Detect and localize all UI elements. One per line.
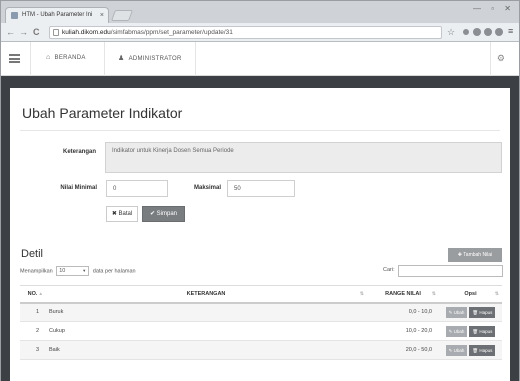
extension-icon[interactable]: [473, 28, 481, 36]
ubah-button[interactable]: ✎ Ubah: [445, 325, 468, 337]
forward-icon[interactable]: →: [19, 26, 28, 38]
nav-item-beranda[interactable]: ⌂ BERANDA: [46, 54, 86, 61]
extension-icon[interactable]: [463, 29, 469, 35]
cell-no: 3: [20, 340, 45, 360]
extension-icon[interactable]: [484, 28, 492, 36]
page-length-select[interactable]: 10: [56, 266, 90, 276]
page-info-icon[interactable]: [53, 29, 59, 36]
url-path: /simfabmas/ppm/set_parameter/update/31: [110, 29, 233, 36]
keterangan-textarea[interactable]: Indikator untuk Kinerja Dosen Semua Peri…: [105, 142, 502, 173]
column-header-no[interactable]: NO. ▴: [20, 285, 45, 304]
user-icon: ♟: [118, 55, 125, 62]
divider: [20, 130, 500, 131]
browser-menu-icon[interactable]: ≡: [508, 26, 513, 36]
browser-tab[interactable]: HTM - Ubah Parameter Ini ×: [5, 7, 109, 23]
length-suffix: data per halaman: [92, 268, 136, 275]
hapus-button[interactable]: 🗑 Hapus: [469, 325, 496, 337]
back-icon[interactable]: ←: [6, 26, 15, 38]
table-header-row: NO. ▴ KETERANGAN ⇅ RANGE NILAI ⇅ Opsi ⇅: [20, 285, 502, 304]
extension-icon[interactable]: [495, 28, 503, 36]
ubah-button[interactable]: ✎ Ubah: [445, 344, 468, 356]
batal-button[interactable]: ✖ Batal: [106, 206, 138, 222]
cell-opsi: ✎ Ubah 🗑 Hapus: [439, 340, 502, 360]
cell-opsi: ✎ Ubah 🗑 Hapus: [439, 302, 502, 322]
length-control: Menampilkan 10 data per halaman: [20, 266, 136, 276]
table-row: 2 Cukup 10,0 - 20,0 ✎ Ubah 🗑 Hapus: [20, 321, 502, 341]
detil-table: NO. ▴ KETERANGAN ⇅ RANGE NILAI ⇅ Opsi ⇅ 1 Bu…: [20, 285, 502, 360]
new-tab-button[interactable]: [110, 10, 134, 21]
sort-icon: ⇅: [431, 291, 436, 297]
column-header-range[interactable]: RANGE NILAI ⇅: [367, 285, 439, 304]
tab-close-icon[interactable]: ×: [100, 8, 104, 23]
url-host: kuliah.dikom.edu: [62, 29, 111, 36]
search-input[interactable]: [398, 265, 503, 277]
simpan-button[interactable]: ✔ Simpan: [142, 206, 185, 222]
content-card: Ubah Parameter Indikator Keterangan Indi…: [10, 88, 510, 381]
page-title: Ubah Parameter Indikator: [22, 105, 183, 121]
cell-opsi: ✎ Ubah 🗑 Hapus: [439, 321, 502, 341]
browser-toolbar: ← → C kuliah.dikom.edu/simfabmas/ppm/set…: [1, 23, 519, 42]
nav-item-label: BERANDA: [54, 55, 86, 61]
length-prefix: Menampilkan: [20, 268, 53, 275]
nilai-minimal-input[interactable]: 0: [106, 180, 168, 197]
sort-icon: ⇅: [359, 291, 364, 297]
nav-item-administrator[interactable]: ♟ ADMINISTRATOR: [118, 54, 182, 62]
search-label: Cari:: [383, 267, 395, 273]
home-icon: ⌂: [46, 54, 51, 61]
navbar-divider: [104, 42, 105, 76]
maksimal-label: Maksimal: [193, 185, 221, 191]
nav-item-label: ADMINISTRATOR: [128, 56, 182, 62]
hamburger-menu-icon[interactable]: [9, 54, 20, 63]
sort-icon: ▴: [39, 291, 42, 297]
window-controls[interactable]: — ▫ ✕: [473, 4, 515, 13]
cell-keterangan: Baik: [45, 340, 367, 360]
navbar-divider: [490, 42, 491, 76]
cell-range: 10,0 - 20,0: [367, 321, 439, 341]
tambah-nilai-button[interactable]: ✚ Tambah Nilai: [448, 248, 502, 262]
navbar-divider: [195, 42, 196, 76]
browser-window: HTM - Ubah Parameter Ini × — ▫ ✕ ← → C k…: [0, 0, 520, 381]
table-row: 3 Baik 20,0 - 50,0 ✎ Ubah 🗑 Hapus: [20, 340, 502, 360]
keterangan-label: Keterangan: [62, 149, 96, 155]
maksimal-input[interactable]: 50: [227, 180, 295, 197]
bookmark-star-icon[interactable]: ☆: [447, 27, 455, 38]
navbar-divider: [30, 42, 31, 76]
hapus-button[interactable]: 🗑 Hapus: [469, 344, 496, 356]
hapus-button[interactable]: 🗑 Hapus: [469, 306, 496, 318]
address-bar[interactable]: kuliah.dikom.edu/simfabmas/ppm/set_param…: [49, 26, 442, 39]
column-header-keterangan[interactable]: KETERANGAN ⇅: [45, 285, 367, 304]
section-title: Detil: [21, 248, 44, 260]
tab-strip: HTM - Ubah Parameter Ini × — ▫ ✕: [1, 1, 519, 23]
nilai-minimal-label: Nilai Minimal: [60, 185, 97, 191]
table-row: 1 Buruk 0,0 - 10,0 ✎ Ubah 🗑 Hapus: [20, 302, 502, 322]
reload-icon[interactable]: C: [33, 26, 40, 38]
ubah-button[interactable]: ✎ Ubah: [445, 306, 468, 318]
cell-no: 1: [20, 302, 45, 322]
cell-range: 0,0 - 10,0: [367, 302, 439, 322]
cell-keterangan: Cukup: [45, 321, 367, 341]
column-header-opsi[interactable]: Opsi ⇅: [439, 285, 502, 304]
settings-gear-icon[interactable]: ⚙: [497, 53, 505, 64]
tab-title: HTM - Ubah Parameter Ini: [22, 12, 93, 18]
app-navbar: ⌂ BERANDA ♟ ADMINISTRATOR ⚙: [1, 42, 519, 76]
cell-no: 2: [20, 321, 45, 341]
cell-keterangan: Buruk: [45, 302, 367, 322]
favicon-icon: [11, 12, 18, 19]
sort-icon: ⇅: [494, 291, 499, 297]
cell-range: 20,0 - 50,0: [367, 340, 439, 360]
